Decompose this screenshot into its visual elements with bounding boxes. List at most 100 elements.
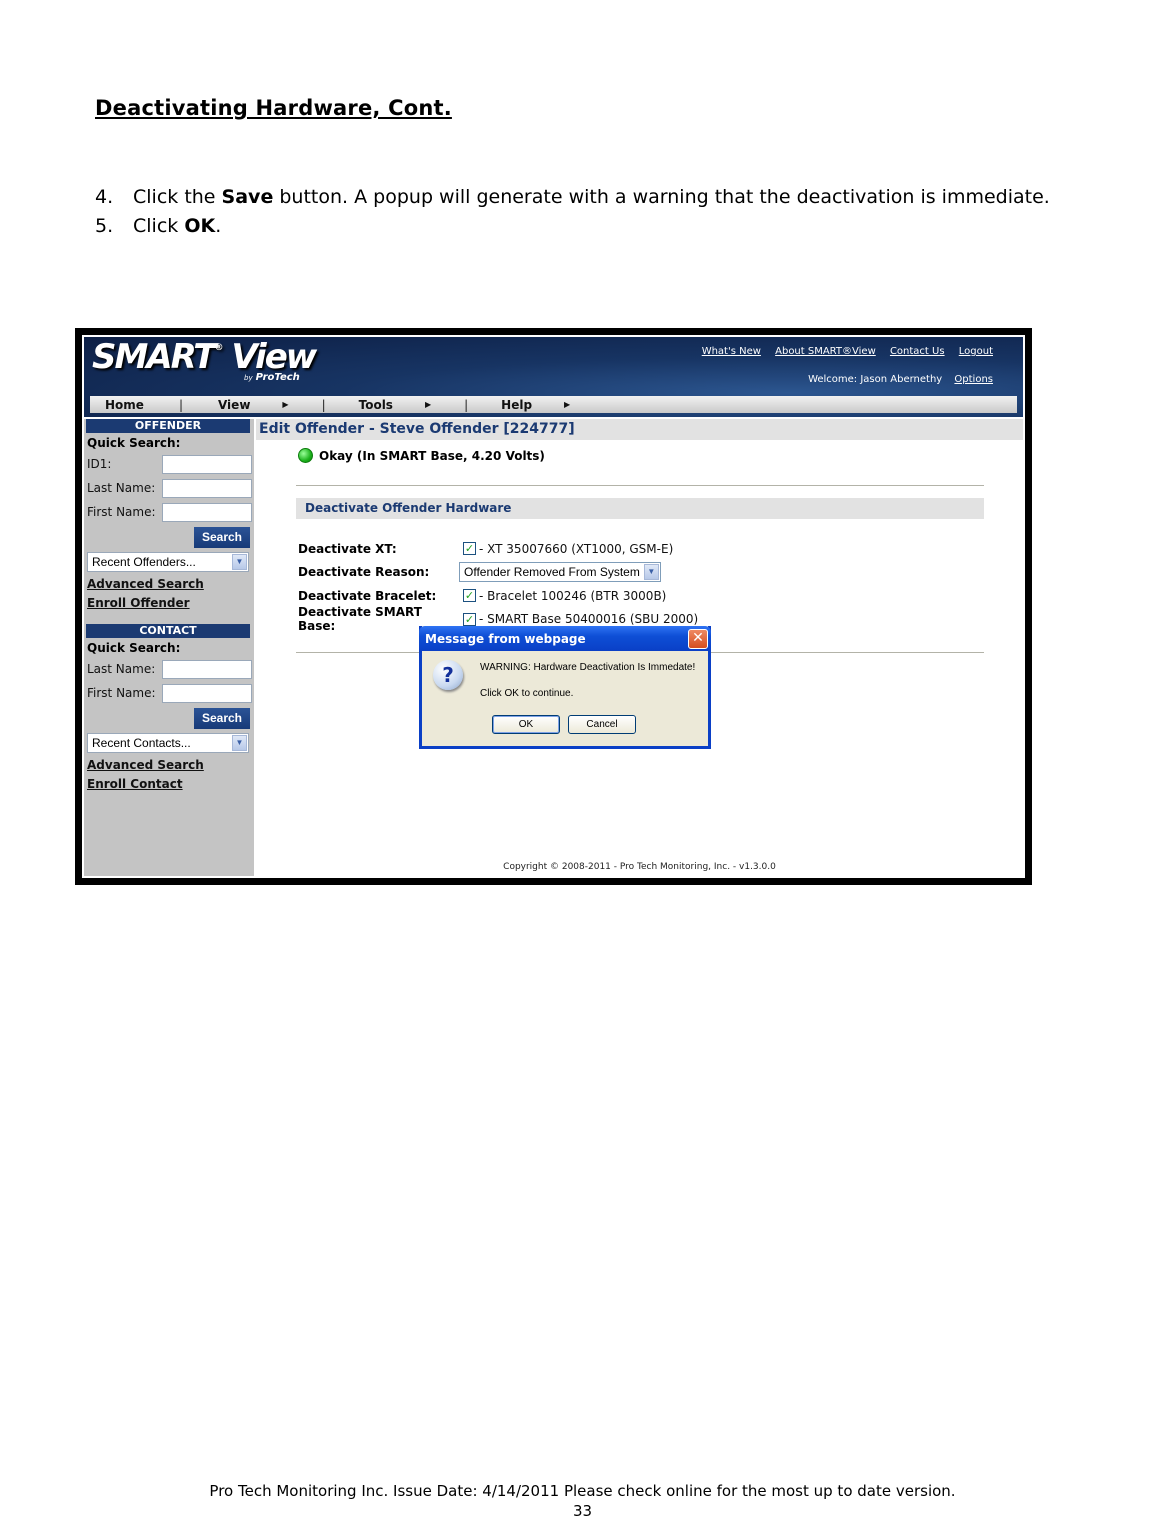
app-banner: SMART® View by ProTech What's New About S… — [84, 337, 1023, 417]
welcome-text: Welcome: Jason Abernethy — [808, 374, 943, 385]
cancel-button[interactable]: Cancel — [568, 715, 636, 734]
menu-separator: | — [178, 397, 183, 412]
offender-lastname-row: Last Name: — [84, 476, 254, 500]
chevron-down-icon: ▼ — [232, 735, 247, 751]
page-title: Edit Offender - Steve Offender [224777] — [256, 419, 1023, 440]
step-text-post: button. A popup will generate with a war… — [273, 186, 1050, 208]
sidebar: OFFENDER Quick Search: ID1: Last Name: F… — [84, 419, 254, 876]
app-screenshot-frame: SMART® View by ProTech What's New About S… — [75, 328, 1032, 885]
menu-label: Help — [501, 397, 533, 412]
menu-home[interactable]: Home — [105, 398, 144, 412]
dialog-title: Message from webpage — [425, 631, 586, 646]
contact-quick-search-label: Quick Search: — [87, 641, 181, 655]
recent-offenders-select[interactable]: Recent Offenders... ▼ — [87, 552, 249, 572]
device-status: Okay (In SMART Base, 4.20 Volts) — [298, 448, 545, 463]
menu-label: View — [217, 397, 251, 412]
enroll-offender-link[interactable]: Enroll Offender — [87, 596, 254, 612]
step-text-bold: OK — [184, 215, 216, 237]
dialog-message: WARNING: Hardware Deactivation Is Immeda… — [480, 662, 696, 673]
logo-byline: by ProTech — [244, 372, 300, 383]
deactivate-xt-value: ✓ - XT 35007660 (XT1000, GSM-E) — [463, 542, 673, 556]
menu-separator: | — [321, 397, 326, 412]
chevron-down-icon: ▼ — [232, 554, 247, 570]
offender-first-name-input[interactable] — [162, 502, 252, 522]
submenu-arrow-icon: ▶ — [424, 400, 432, 409]
options-link[interactable]: Options — [954, 374, 993, 385]
contact-last-name-input[interactable] — [162, 659, 252, 679]
close-icon[interactable]: ✕ — [688, 628, 708, 649]
first-name-label: First Name: — [87, 686, 156, 700]
xt-device-text: - XT 35007660 (XT1000, GSM-E) — [479, 541, 674, 556]
select-value: Recent Contacts... — [92, 736, 191, 750]
contact-search-row: Search — [84, 705, 254, 731]
logo-brand: ProTech — [255, 372, 300, 383]
last-name-label: Last Name: — [87, 481, 156, 495]
deactivate-xt-label: Deactivate XT: — [298, 541, 397, 556]
last-name-label: Last Name: — [87, 662, 156, 676]
step-number: 5. — [95, 215, 114, 237]
page-number: 33 — [572, 1502, 593, 1520]
form-row-xt: Deactivate XT: ✓ - XT 35007660 (XT1000, G… — [298, 537, 698, 561]
contact-firstname-row: First Name: — [84, 681, 254, 705]
select-value: Offender Removed From System — [464, 565, 640, 580]
welcome-bar: Welcome: Jason Abernethy Options — [808, 374, 993, 385]
deactivate-base-value: ✓ - SMART Base 50400016 (SBU 2000) — [463, 612, 698, 626]
base-device-text: - SMART Base 50400016 (SBU 2000) — [479, 612, 699, 627]
contact-us-link[interactable]: Contact Us — [890, 346, 945, 357]
logo-smart: SMART — [92, 337, 216, 377]
offender-header: OFFENDER — [86, 419, 250, 433]
step-text-pre: Click — [133, 215, 185, 237]
step-item: 4. Click the Save button. A popup will g… — [95, 183, 1055, 212]
step-text-post: . — [215, 215, 222, 237]
step-text: Click OK. — [133, 212, 221, 241]
deactivate-bracelet-label: Deactivate Bracelet: — [298, 588, 437, 603]
submenu-arrow-icon: ▶ — [282, 400, 289, 409]
about-link[interactable]: About SMART®View — [775, 346, 876, 357]
menu-help[interactable]: Help ▶ — [501, 398, 570, 412]
offender-id1-input[interactable] — [162, 454, 252, 474]
contact-lastname-row: Last Name: — [84, 657, 254, 681]
enroll-contact-link[interactable]: Enroll Contact — [87, 777, 254, 793]
confirm-dialog: Message from webpage ✕ ? WARNING: Hardwa… — [419, 626, 711, 749]
step-number: 4. — [95, 186, 114, 208]
form-row-reason: Deactivate Reason: Offender Removed From… — [298, 561, 698, 585]
offender-last-name-input[interactable] — [162, 478, 252, 498]
deactivate-xt-checkbox[interactable]: ✓ — [463, 542, 476, 556]
dialog-titlebar[interactable]: Message from webpage ✕ — [419, 626, 711, 651]
footer-text: Pro Tech Monitoring Inc. Issue Date: 4/1… — [209, 1482, 956, 1500]
whats-new-link[interactable]: What's New — [702, 346, 761, 357]
app-logo: SMART® View — [92, 337, 317, 377]
status-text: Okay (In SMART Base, 4.20 Volts) — [319, 448, 545, 463]
deactivate-reason-select[interactable]: Offender Removed From System ▼ — [459, 562, 661, 583]
document-title: Deactivating Hardware, Cont. — [95, 96, 452, 120]
dialog-sub-message: Click OK to continue. — [480, 688, 574, 699]
question-icon: ? — [433, 660, 463, 690]
logout-link[interactable]: Logout — [959, 346, 993, 357]
offender-search-button[interactable]: Search — [193, 526, 250, 548]
top-links: What's New About SMART®View Contact Us L… — [691, 346, 993, 357]
menu-label: Tools — [358, 397, 393, 412]
section-title: Deactivate Offender Hardware — [296, 498, 984, 519]
offender-advanced-search-link[interactable]: Advanced Search — [87, 577, 254, 593]
contact-first-name-input[interactable] — [162, 683, 252, 703]
step-item: 5. Click OK. — [95, 212, 1055, 241]
menu-separator: | — [464, 397, 469, 412]
offender-search-row: Search — [84, 524, 254, 550]
chevron-down-icon: ▼ — [643, 564, 659, 581]
recent-contacts-select[interactable]: Recent Contacts... ▼ — [87, 733, 249, 753]
menu-view[interactable]: View ▶ — [218, 398, 289, 412]
offender-id1-row: ID1: — [84, 452, 254, 476]
contact-header: CONTACT — [86, 624, 250, 638]
ok-button[interactable]: OK — [492, 715, 560, 734]
submenu-arrow-icon: ▶ — [564, 400, 571, 409]
bracelet-device-text: - Bracelet 100246 (BTR 3000B) — [479, 588, 667, 603]
select-value: Recent Offenders... — [92, 555, 196, 569]
deactivate-bracelet-value: ✓ - Bracelet 100246 (BTR 3000B) — [463, 589, 666, 603]
deactivate-bracelet-checkbox[interactable]: ✓ — [463, 589, 476, 603]
contact-advanced-search-link[interactable]: Advanced Search — [87, 758, 254, 774]
menu-tools[interactable]: Tools ▶ — [359, 398, 432, 412]
first-name-label: First Name: — [87, 505, 156, 519]
deactivate-base-checkbox[interactable]: ✓ — [463, 612, 476, 626]
step-text: Click the Save button. A popup will gene… — [133, 183, 1050, 212]
contact-search-button[interactable]: Search — [193, 707, 250, 729]
